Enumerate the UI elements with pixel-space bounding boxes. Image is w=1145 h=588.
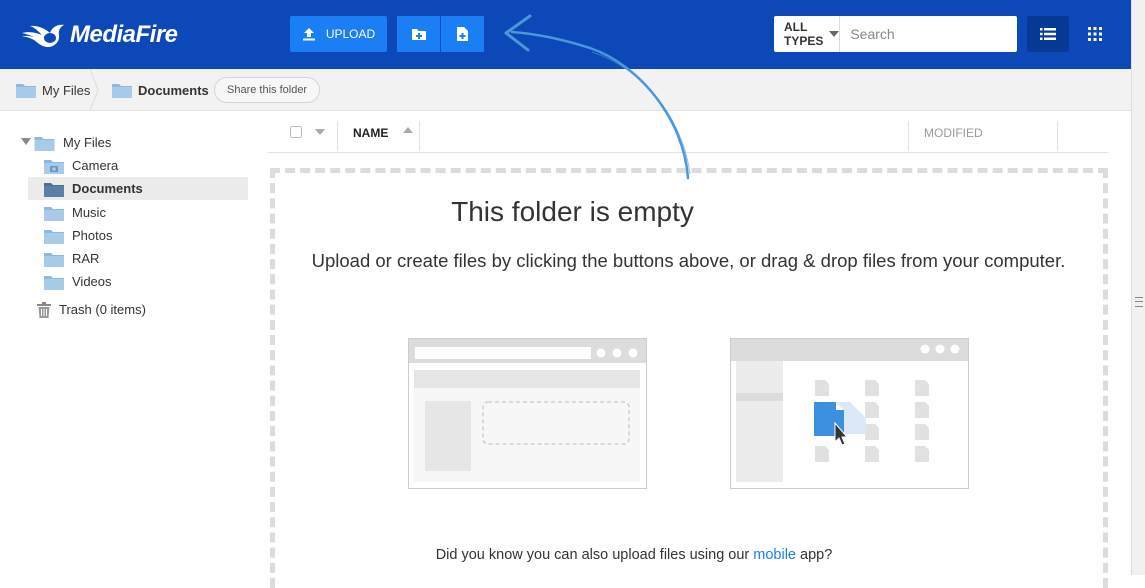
breadcrumb-documents[interactable]: Documents — [112, 69, 209, 111]
new-file-button[interactable] — [441, 16, 484, 52]
new-folder-button[interactable] — [397, 16, 440, 52]
tree-item-label: Camera — [72, 158, 119, 173]
brand-name: MediaFire — [70, 21, 178, 48]
folder-icon — [44, 229, 64, 244]
column-divider — [419, 121, 420, 151]
folder-icon — [112, 84, 132, 98]
scrollbar-grip-icon[interactable] — [1135, 297, 1143, 307]
folder-icon — [34, 136, 55, 151]
sort-ascending-icon — [403, 127, 413, 133]
column-divider — [337, 121, 338, 151]
drop-zone[interactable] — [270, 168, 1108, 588]
column-divider — [908, 121, 909, 151]
camera-folder-icon — [44, 159, 64, 174]
browser-create-illustration — [408, 338, 647, 489]
upload-button[interactable]: UPLOAD — [290, 16, 387, 52]
type-filter-select[interactable]: ALL TYPES — [774, 16, 841, 52]
top-header: MediaFire UPLOAD ALL TYPES — [0, 0, 1131, 69]
mobile-upload-hint: Did you know you can also upload files u… — [0, 547, 1145, 563]
empty-folder-subtitle: Upload or create files by clicking the b… — [311, 250, 1066, 271]
tree-item-camera[interactable]: Camera — [28, 154, 248, 177]
new-file-icon — [457, 27, 468, 41]
tree-item-label: Trash (0 items) — [59, 302, 146, 317]
mobile-hint-prefix: Did you know you can also upload files u… — [435, 547, 754, 563]
search-box: ALL TYPES — [774, 16, 1049, 52]
tree-item-videos[interactable]: Videos — [28, 270, 248, 293]
column-name-header[interactable]: NAME — [353, 126, 388, 140]
share-folder-button[interactable]: Share this folder — [214, 77, 321, 103]
tree-item-my-files[interactable]: My Files — [34, 131, 248, 154]
grid-view-button[interactable] — [1075, 16, 1115, 52]
upload-label: UPLOAD — [325, 27, 376, 41]
select-all-checkbox[interactable] — [290, 126, 302, 138]
trash-icon — [37, 301, 51, 318]
folder-icon — [16, 84, 36, 98]
tree-item-label: Videos — [72, 274, 112, 289]
vertical-scrollbar[interactable] — [1131, 0, 1145, 575]
breadcrumb-current-label: Documents — [138, 82, 209, 98]
create-button-group — [397, 16, 484, 52]
folder-tree: My Files Camera Documents Music Photos R… — [0, 111, 258, 575]
column-divider — [1057, 121, 1058, 151]
grid-view-icon — [1088, 27, 1102, 41]
tree-item-label: Photos — [72, 228, 113, 243]
drag-drop-illustration — [730, 338, 969, 489]
empty-folder-title: This folder is empty — [451, 196, 694, 227]
breadcrumb-separator-icon — [90, 69, 99, 111]
mobile-app-link[interactable]: mobile — [753, 547, 796, 563]
folder-icon — [44, 275, 64, 290]
file-list-header: NAME MODIFIED — [268, 111, 1108, 153]
tree-item-trash[interactable]: Trash (0 items) — [37, 298, 248, 321]
tree-item-label: Documents — [72, 181, 143, 196]
mediafire-logo[interactable]: MediaFire — [20, 20, 178, 50]
breadcrumb-my-files[interactable]: My Files — [16, 69, 90, 111]
chevron-down-icon — [829, 31, 840, 37]
folder-icon — [44, 182, 64, 197]
type-filter-value: ALL TYPES — [784, 20, 824, 48]
breadcrumb: My Files Documents Share this folder — [0, 69, 1131, 111]
flame-logo-icon — [22, 24, 64, 47]
mobile-hint-suffix: app? — [796, 547, 833, 563]
list-view-button[interactable] — [1027, 16, 1069, 52]
select-options-chevron-icon[interactable] — [315, 129, 325, 135]
breadcrumb-root-label: My Files — [42, 82, 91, 98]
list-view-icon — [1040, 28, 1056, 40]
search-input[interactable] — [840, 16, 1032, 52]
new-folder-icon — [411, 29, 426, 40]
upload-icon — [302, 28, 315, 41]
tree-collapse-icon[interactable] — [21, 138, 31, 145]
tree-item-label: My Files — [63, 135, 112, 150]
column-modified-header[interactable]: MODIFIED — [924, 126, 983, 140]
